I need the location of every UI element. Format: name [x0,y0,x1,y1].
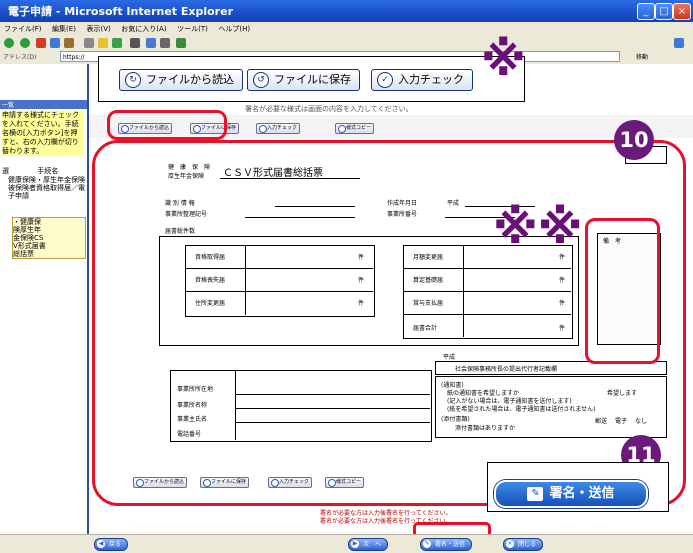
next-arrow-icon: ▶ [351,540,359,548]
sidebar-header: 一覧 [0,100,87,109]
close-icon: × [506,540,514,548]
highlight-notes [585,218,660,364]
sidebar-tree[interactable]: ・健康保 険厚生年 金保険CS V形式届書 総括票 [12,217,86,259]
print-icon[interactable] [160,38,170,48]
edit-icon[interactable] [176,38,186,48]
column-check: 選 [2,167,9,175]
load-from-file-big-button[interactable]: ↻ ファイルから読込 [119,69,243,91]
sign-icon: ✎ [527,486,544,501]
address-label: アドレス(D) [3,54,37,61]
go-button[interactable]: 移動 [636,52,648,61]
mail-icon[interactable] [146,38,156,48]
red-note: 署名が必要な方は入力後署名を行ってください。 [320,518,452,525]
input-check-button[interactable]: 入力チェック [256,123,301,134]
bottom-nav-bar: ◀ 戻る ▶ 次 へ ✎ 署名・送信 × 閉じる [0,534,693,553]
ie-logo-icon [674,38,684,48]
input-check-big-button[interactable]: ✓ 入力チェック [371,69,473,91]
menu-favorites[interactable]: お気に入り(A) [117,22,170,34]
back-icon[interactable] [4,38,14,48]
save-to-file-big-button[interactable]: ↺ ファイルに保存 [247,69,360,91]
load-icon: ↻ [125,72,141,88]
notice-text: 署名が必要な様式は画面の内容を入力してください。 [245,105,413,113]
highlight-top-buttons [107,110,227,140]
tree-line: 金保険CS [13,234,44,242]
form-copy-button[interactable]: 様式コピー [335,123,375,134]
column-name: 手続名 [37,167,59,175]
maximize-button[interactable]: □ [655,3,673,20]
search-icon[interactable] [84,38,94,48]
media-icon[interactable] [112,38,122,48]
sidebar: 一覧 申請する様式にチェックを入れてください。手続名横の[入力ボタン]を押すと、… [0,64,89,534]
refresh-icon[interactable] [50,38,60,48]
callout-buttons-box: ↻ ファイルから読込 ↺ ファイルに保存 ✓ 入力チェック [98,56,525,102]
step-10-badge: 10 [614,120,654,160]
home-icon[interactable] [64,38,74,48]
sign-send-button[interactable]: ✎ 署名・送信 [420,538,473,551]
toolbar [0,36,693,50]
sign-icon: ✎ [423,540,431,548]
tree-line: 険厚生年 [13,226,41,234]
tree-line: ・健康保 [13,218,41,226]
back-arrow-icon: ◀ [97,540,105,548]
kome-mark-single: ※ [481,32,526,86]
tree-line: V形式届書 [13,242,46,250]
save-icon: ↺ [253,72,269,88]
close-button[interactable]: × [673,3,691,20]
next-button[interactable]: ▶ 次 へ [348,538,389,551]
stop-icon[interactable] [36,38,46,48]
sidebar-item-title[interactable]: 健康保険・厚生年金保険被保険者資格取得届／電子申請 [8,176,86,200]
minimize-button[interactable]: _ [637,3,655,20]
kome-mark-double: ※※ [493,200,583,254]
back-button[interactable]: ◀ 戻る [94,538,129,551]
sign-send-big-button[interactable]: ✎ 署名・送信 [494,480,648,508]
sidebar-column-headers: 選 手続名 [2,166,84,176]
menu-tools[interactable]: ツール(T) [173,22,212,34]
title-bar: 電子申請 - Microsoft Internet Explorer _ □ × [0,0,693,22]
menu-view[interactable]: 表示(V) [82,22,114,34]
history-icon[interactable] [130,38,140,48]
close-page-button[interactable]: × 閉じる [503,538,544,551]
window-title: 電子申請 - Microsoft Internet Explorer [8,5,233,18]
menu-help[interactable]: ヘルプ(H) [214,22,254,34]
favorites-icon[interactable] [98,38,108,48]
menu-file[interactable]: ファイル(F) [0,22,46,34]
check-icon: ✓ [377,72,393,88]
tree-line: 総括票 [13,250,34,258]
forward-icon[interactable] [20,38,30,48]
sidebar-description: 申請する様式にチェックを入れてください。手続名横の[入力ボタン]を押すと、右の入… [2,111,84,156]
menu-bar: ファイル(F) 編集(E) 表示(V) お気に入り(A) ツール(T) ヘルプ(… [0,22,693,36]
menu-edit[interactable]: 編集(E) [48,22,80,34]
